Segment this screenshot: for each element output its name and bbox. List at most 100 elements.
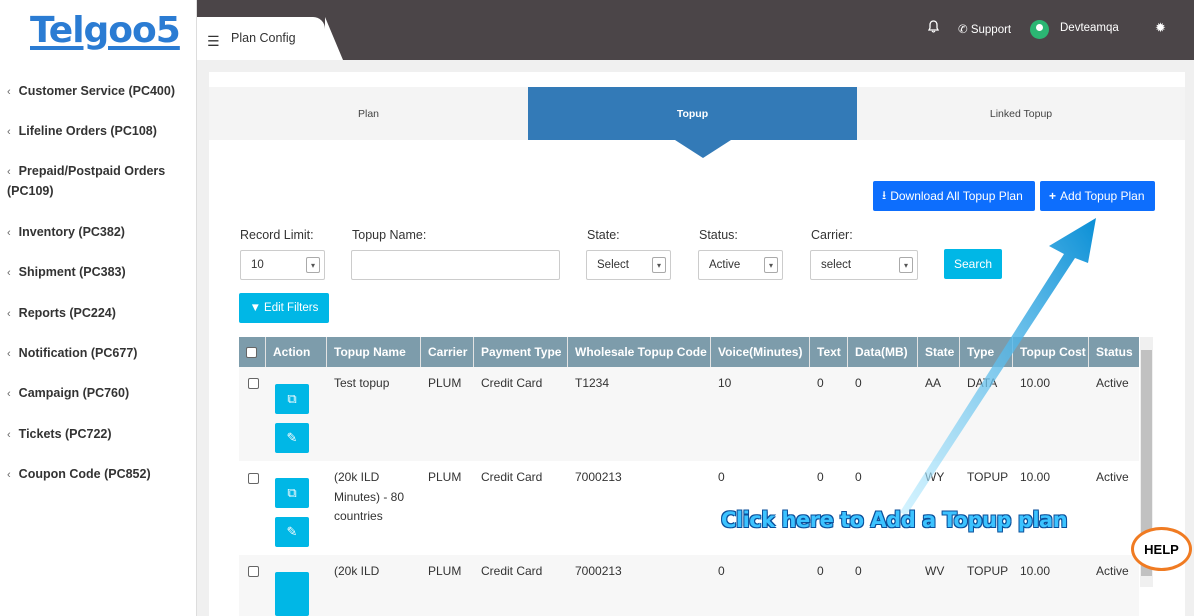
active-tab-indicator	[675, 140, 731, 158]
column-header[interactable]: Carrier	[421, 337, 474, 367]
bell-icon[interactable]	[927, 20, 940, 36]
cell-text: 0	[817, 376, 824, 390]
column-header[interactable]: Text	[810, 337, 848, 367]
sidebar-item-inventory[interactable]: ‹ Inventory (PC382)	[0, 223, 197, 263]
chevron-left-icon: ‹	[7, 227, 11, 239]
cell-voice: 0	[718, 564, 725, 578]
sidebar-item-coupon-code[interactable]: ‹ Coupon Code (PC852)	[0, 465, 197, 505]
cell-text: 0	[817, 564, 824, 578]
download-all-topup-button[interactable]: ⭳ Download All Topup Plan	[873, 181, 1035, 211]
sidebar-nav: ‹ Customer Service (PC400) ‹ Lifeline Orde…	[0, 82, 197, 505]
chevron-left-icon: ‹	[7, 166, 11, 178]
copy-button[interactable]: ⧉	[275, 384, 309, 414]
cell-type: DATA	[967, 376, 998, 390]
select-all-checkbox[interactable]	[246, 346, 257, 358]
sidebar-item-tickets[interactable]: ‹ Tickets (PC722)	[0, 425, 197, 465]
copy-button[interactable]	[275, 572, 309, 616]
carrier-select[interactable]: select ▾	[810, 250, 918, 280]
cell-voice: 10	[718, 376, 732, 390]
sidebar-item-lifeline-orders[interactable]: ‹ Lifeline Orders (PC108)	[0, 122, 197, 162]
cell-state: AA	[925, 376, 942, 390]
column-header[interactable]: Voice(Minutes)	[711, 337, 810, 367]
sidebar-item-prepaid-postpaid[interactable]: ‹ Prepaid/Postpaid Orders (PC109)	[0, 162, 197, 223]
state-select[interactable]: Select ▾	[586, 250, 671, 280]
chevron-left-icon: ‹	[7, 388, 11, 400]
cell-wholesale-code: T1234	[575, 376, 610, 390]
copy-button[interactable]: ⧉	[275, 478, 309, 508]
logo[interactable]: Telgoo5	[30, 10, 181, 51]
column-header[interactable]: Topup Cost	[1013, 337, 1089, 367]
row-checkbox[interactable]	[248, 473, 259, 484]
tab-topup[interactable]: Topup	[528, 87, 857, 140]
select-all-checkbox-cell	[239, 337, 266, 367]
sidebar-item-reports[interactable]: ‹ Reports (PC224)	[0, 304, 197, 344]
cell-data: 0	[855, 470, 862, 484]
chevron-left-icon: ‹	[7, 308, 11, 320]
column-header[interactable]: Type	[960, 337, 1013, 367]
cell-carrier: PLUM	[428, 470, 462, 484]
pencil-icon: ✎	[286, 430, 298, 445]
row-checkbox[interactable]	[248, 566, 259, 577]
support-link[interactable]: ✆ Support	[958, 22, 1011, 36]
chevron-left-icon: ‹	[7, 348, 11, 360]
status-select[interactable]: Active ▾	[698, 250, 783, 280]
sidebar-item-customer-service[interactable]: ‹ Customer Service (PC400)	[0, 82, 197, 122]
chevron-left-icon: ‹	[7, 429, 11, 441]
help-button[interactable]: HELP	[1131, 527, 1192, 571]
cell-status: Active	[1096, 564, 1129, 578]
column-header[interactable]: Action	[266, 337, 327, 367]
cell-state: WY	[925, 470, 945, 484]
chevron-down-icon: ▾	[764, 257, 778, 273]
gear-icon[interactable]: ✹	[1155, 20, 1166, 36]
row-checkbox[interactable]	[248, 378, 259, 389]
copy-icon: ⧉	[287, 485, 297, 500]
cell-state: WV	[925, 564, 945, 578]
state-label: State:	[587, 228, 620, 242]
edit-button[interactable]: ✎	[275, 423, 309, 453]
cell-topup-name: Test topup	[334, 376, 390, 390]
cell-type: TOPUP	[967, 564, 1009, 578]
cell-voice: 0	[718, 470, 725, 484]
column-header[interactable]: State	[918, 337, 960, 367]
cell-carrier: PLUM	[428, 564, 462, 578]
column-header[interactable]: Topup Name	[327, 337, 421, 367]
user-name[interactable]: Devteamqa	[1060, 22, 1119, 34]
sidebar-item-shipment[interactable]: ‹ Shipment (PC383)	[0, 263, 197, 304]
topup-name-input[interactable]	[351, 250, 560, 280]
column-header[interactable]: Payment Type	[474, 337, 568, 367]
chevron-down-icon: ▾	[652, 257, 666, 273]
cell-topup-cost: 10.00	[1020, 564, 1051, 578]
download-icon: ⭳	[882, 187, 887, 202]
filter-icon: ▼	[249, 302, 262, 314]
plus-icon: +	[1049, 189, 1057, 203]
column-header[interactable]: Status	[1089, 337, 1139, 367]
add-topup-plan-button[interactable]: + Add Topup Plan	[1040, 181, 1155, 211]
record-limit-select[interactable]: 10 ▾	[240, 250, 325, 280]
chevron-left-icon: ‹	[7, 126, 11, 138]
cell-payment-type: Credit Card	[481, 376, 543, 390]
cell-status: Active	[1096, 376, 1129, 390]
column-header[interactable]: Data(MB)	[848, 337, 918, 367]
chevron-down-icon: ▾	[306, 257, 320, 273]
copy-icon: ⧉	[287, 391, 297, 406]
search-button[interactable]: Search	[944, 249, 1002, 279]
edit-button[interactable]: ✎	[275, 517, 309, 547]
avatar[interactable]	[1030, 20, 1049, 39]
column-header[interactable]: Wholesale Topup Code	[568, 337, 711, 367]
chevron-left-icon: ‹	[7, 469, 11, 481]
menu-icon[interactable]: ☰	[207, 33, 220, 50]
cell-status: Active	[1096, 470, 1129, 484]
sidebar-item-campaign[interactable]: ‹ Campaign (PC760)	[0, 384, 197, 425]
tab-plan[interactable]: Plan	[209, 87, 528, 140]
cell-text: 0	[817, 470, 824, 484]
cell-wholesale-code: 7000213	[575, 470, 622, 484]
cell-topup-name: (20k ILD Minutes) - 80 countries	[334, 470, 405, 523]
tab-linked-topup[interactable]: Linked Topup	[857, 87, 1185, 140]
topup-name-label: Topup Name:	[352, 228, 427, 242]
cell-carrier: PLUM	[428, 376, 462, 390]
chevron-left-icon: ‹	[7, 86, 11, 98]
edit-filters-button[interactable]: ▼ Edit Filters	[239, 293, 329, 323]
sidebar-item-notification[interactable]: ‹ Notification (PC677)	[0, 344, 197, 384]
cell-data: 0	[855, 376, 862, 390]
chevron-left-icon: ‹	[7, 267, 11, 279]
